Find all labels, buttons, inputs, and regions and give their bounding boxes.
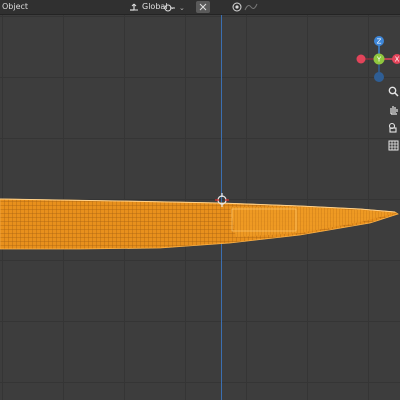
proportional-edit-icon xyxy=(232,2,242,12)
object-menu[interactable]: Object xyxy=(0,0,30,14)
hand-pan-icon xyxy=(389,105,398,115)
svg-text:X: X xyxy=(395,56,400,64)
viewport-header: Object Global ⌄ ⌄ xyxy=(0,0,400,15)
3d-viewport[interactable]: Object Global ⌄ ⌄ Z X Y xyxy=(0,0,400,400)
neg-x-axis-icon[interactable] xyxy=(356,54,366,64)
falloff-dropdown[interactable] xyxy=(244,1,258,13)
perspective-toggle-button[interactable] xyxy=(386,138,400,152)
zoom-icon xyxy=(388,86,399,97)
svg-text:Y: Y xyxy=(376,56,382,64)
navigation-buttons xyxy=(386,84,400,156)
zoom-button[interactable] xyxy=(386,84,400,98)
navigation-gizmo[interactable]: Z X Y xyxy=(350,30,400,88)
pivot-icon xyxy=(164,4,175,12)
svg-text:Z: Z xyxy=(377,38,382,46)
proportional-editing-toggle[interactable] xyxy=(231,1,243,13)
selected-mesh[interactable] xyxy=(0,185,400,265)
camera-icon xyxy=(388,122,397,133)
chevron-down-icon: ⌄ xyxy=(179,4,185,12)
camera-view-button[interactable] xyxy=(386,120,400,134)
snap-icon xyxy=(199,3,207,11)
neg-z-axis-icon[interactable] xyxy=(374,72,384,82)
pivot-point-dropdown[interactable]: ⌄ xyxy=(163,1,185,15)
grid-perspective-icon xyxy=(388,140,398,150)
pan-button[interactable] xyxy=(386,102,400,116)
falloff-icon xyxy=(244,3,258,11)
snap-toggle[interactable] xyxy=(196,1,210,13)
object-origin-icon xyxy=(215,193,229,207)
orientation-icon xyxy=(130,3,138,11)
